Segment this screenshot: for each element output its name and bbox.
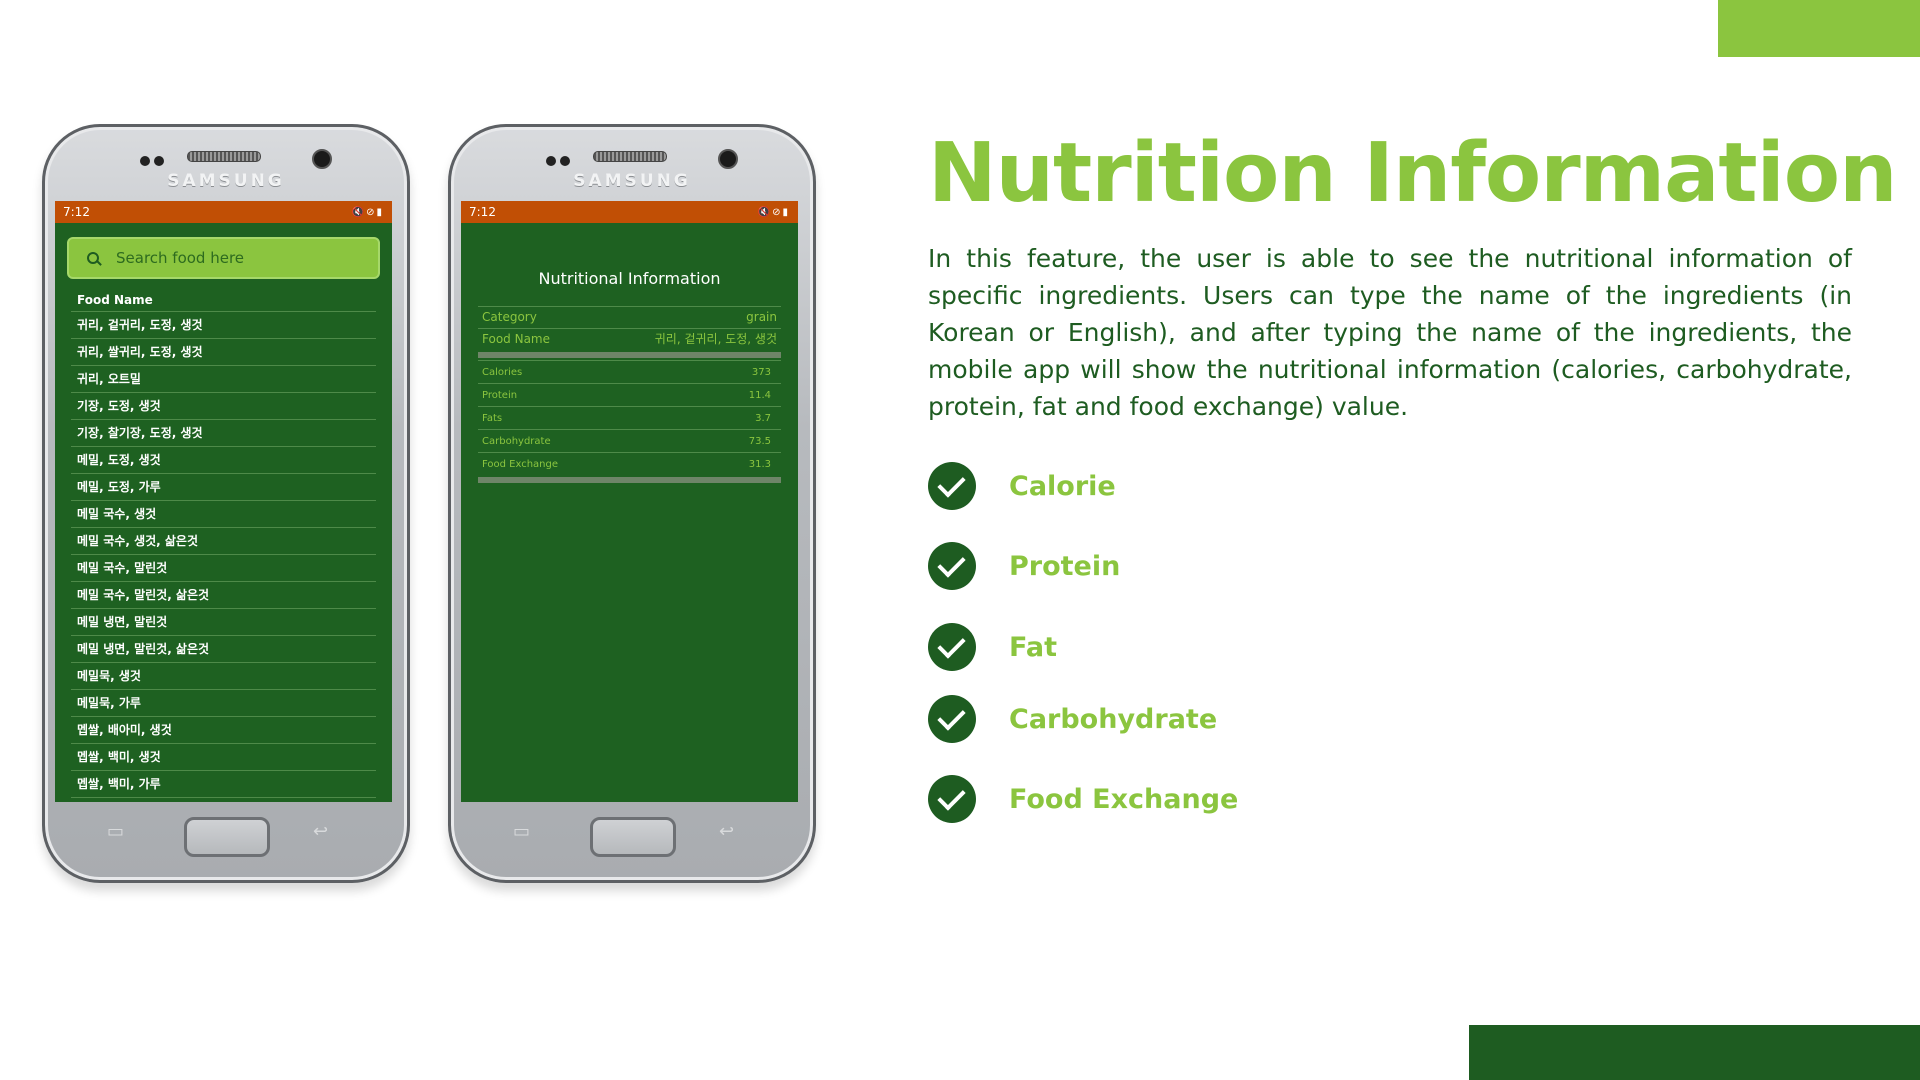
food-name-value: 귀리, 겉귀리, 도정, 생것 xyxy=(654,332,777,346)
food-list-item[interactable]: 귀리, 쌀귀리, 도정, 생것 xyxy=(71,339,376,366)
food-list-item[interactable]: 멥쌀, 백미, 생것 xyxy=(71,744,376,771)
feature-label: Carbohydrate xyxy=(1009,703,1218,735)
food-list-item[interactable]: 메밀묵, 가루 xyxy=(71,690,376,717)
feature-item: Food Exchange xyxy=(928,774,1238,824)
food-list-item[interactable]: 메밀, 도정, 가루 xyxy=(71,474,376,501)
food-list-item[interactable]: 기장, 찰기장, 도정, 생것 xyxy=(71,420,376,447)
search-input[interactable]: Search food here xyxy=(67,237,380,279)
phone-brand: SAMSUNG xyxy=(167,171,285,191)
nutrient-value: 3.7 xyxy=(755,413,771,424)
check-icon xyxy=(928,462,976,510)
food-list-item[interactable]: 귀리, 오트밀 xyxy=(71,366,376,393)
status-bar: 7:12 🔇⊘▮ xyxy=(461,201,798,223)
nutrient-row: Protein 11.4 xyxy=(478,383,781,406)
nutrient-label: Carbohydrate xyxy=(482,436,551,447)
phone-brand: SAMSUNG xyxy=(573,171,691,191)
check-icon xyxy=(928,623,976,671)
slide-description: In this feature, the user is able to see… xyxy=(928,244,1852,421)
status-time: 7:12 xyxy=(63,205,90,219)
recent-apps-icon[interactable]: ▭ xyxy=(107,821,124,842)
nutrient-value: 11.4 xyxy=(748,390,771,401)
check-icon xyxy=(928,542,976,590)
food-list-item[interactable]: 귀리, 겉귀리, 도정, 생것 xyxy=(71,312,376,339)
food-list-item[interactable]: 멥쌀, 백미, 가루 xyxy=(71,771,376,798)
home-button[interactable] xyxy=(184,817,270,857)
status-bar: 7:12 🔇⊘▮ xyxy=(55,201,392,223)
food-list-item[interactable]: 메밀묵, 생것 xyxy=(71,663,376,690)
nutrient-row: Food Exchange 31.3 xyxy=(478,452,781,475)
bottom-right-accent-bar xyxy=(1469,1025,1920,1080)
check-icon xyxy=(928,775,976,823)
food-list-item[interactable]: 메밀 국수, 말린것, 삶은것 xyxy=(71,582,376,609)
back-icon[interactable]: ↩ xyxy=(719,821,734,842)
category-value: grain xyxy=(746,310,777,324)
search-icon xyxy=(87,251,102,266)
nutrient-label: Fats xyxy=(482,413,503,424)
food-list-item[interactable]: 메밀 국수, 말린것 xyxy=(71,555,376,582)
food-list-item[interactable]: 기장, 도정, 생것 xyxy=(71,393,376,420)
check-icon xyxy=(928,695,976,743)
nutrient-row: Carbohydrate 73.5 xyxy=(478,429,781,452)
search-screen: 7:12 🔇⊘▮ Search food here Food Name 귀리, … xyxy=(55,201,392,802)
search-placeholder: Search food here xyxy=(116,249,245,267)
feature-label: Calorie xyxy=(1009,470,1116,502)
table-divider xyxy=(478,352,781,358)
status-icons: 🔇⊘▮ xyxy=(351,206,384,218)
nutrient-row: Calories 373 xyxy=(478,360,781,383)
phone-mockup-nutrition: SAMSUNG 7:12 🔇⊘▮ Nutritional Information… xyxy=(448,124,816,883)
nutrition-screen: 7:12 🔇⊘▮ Nutritional Information Categor… xyxy=(461,201,798,802)
nutrition-table: Category grain Food Name 귀리, 겉귀리, 도정, 생것… xyxy=(478,306,781,483)
feature-item: Calorie xyxy=(928,461,1116,511)
recent-apps-icon[interactable]: ▭ xyxy=(513,821,530,842)
food-list-item[interactable]: 메밀 냉면, 말린것, 삶은것 xyxy=(71,636,376,663)
food-list: 귀리, 겉귀리, 도정, 생것 귀리, 쌀귀리, 도정, 생것 귀리, 오트밀 기장,… xyxy=(55,312,392,798)
phone-mockup-search: SAMSUNG 7:12 🔇⊘▮ Search food here Food N… xyxy=(42,124,410,883)
food-list-item[interactable]: 메밀 냉면, 말린것 xyxy=(71,609,376,636)
nutrient-label: Calories xyxy=(482,367,523,378)
earpiece-speaker xyxy=(187,151,261,162)
feature-item: Protein xyxy=(928,541,1120,591)
table-divider xyxy=(478,477,781,483)
earpiece-speaker xyxy=(593,151,667,162)
food-name-row: Food Name 귀리, 겉귀리, 도정, 생것 xyxy=(478,328,781,350)
home-button[interactable] xyxy=(590,817,676,857)
nutrition-screen-title: Nutritional Information xyxy=(538,269,721,288)
food-list-item[interactable]: 메밀 국수, 생것 xyxy=(71,501,376,528)
front-sensors xyxy=(546,151,574,170)
top-right-accent-bar xyxy=(1718,0,1920,57)
food-list-item[interactable]: 메밀, 도정, 생것 xyxy=(71,447,376,474)
back-icon[interactable]: ↩ xyxy=(313,821,328,842)
nutrient-value: 31.3 xyxy=(748,459,771,470)
status-time: 7:12 xyxy=(469,205,496,219)
nutrient-rows: Calories 373 Protein 11.4 Fats 3.7 Carbohydrat… xyxy=(478,360,781,475)
status-icons: 🔇⊘▮ xyxy=(757,206,790,218)
front-sensors xyxy=(140,151,168,170)
feature-label: Fat xyxy=(1009,631,1057,663)
food-list-header: Food Name xyxy=(71,289,376,312)
front-camera-icon xyxy=(312,149,332,169)
category-row: Category grain xyxy=(478,306,781,328)
food-list-item[interactable]: 메밀 국수, 생것, 삶은것 xyxy=(71,528,376,555)
nutrient-value: 373 xyxy=(751,367,771,378)
nutrient-value: 73.5 xyxy=(748,436,771,447)
front-camera-icon xyxy=(718,149,738,169)
feature-item: Fat xyxy=(928,622,1057,672)
slide-title: Nutrition Information xyxy=(928,126,1897,221)
feature-label: Protein xyxy=(1009,550,1121,582)
food-name-label: Food Name xyxy=(482,332,550,346)
nutrient-row: Fats 3.7 xyxy=(478,406,781,429)
food-list-item[interactable]: 멥쌀, 배아미, 생것 xyxy=(71,717,376,744)
feature-label: Food Exchange xyxy=(1009,783,1239,815)
nutrient-label: Protein xyxy=(482,390,518,401)
nutrient-label: Food Exchange xyxy=(482,459,559,470)
feature-item: Carbohydrate xyxy=(928,694,1217,744)
category-label: Category xyxy=(482,310,537,324)
